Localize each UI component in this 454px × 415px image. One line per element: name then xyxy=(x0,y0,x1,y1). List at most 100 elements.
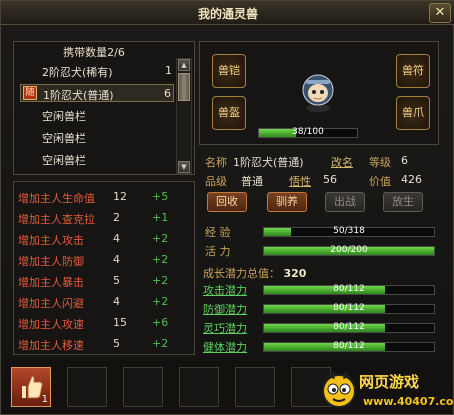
potential-agility-bar: 80/112 xyxy=(263,322,435,333)
potential-label-text[interactable]: 灵巧潜力 xyxy=(203,322,247,335)
recycle-button[interactable]: 回收 xyxy=(207,192,247,212)
window-title: 我的通灵兽 xyxy=(197,7,258,21)
bonus-name: 增加主人生命值 xyxy=(18,192,95,205)
slot-name: 空闲兽栏 xyxy=(42,110,86,123)
bonus-row: 增加主人暴击 5 +2 xyxy=(18,272,190,290)
bonus-value: 4 xyxy=(113,232,120,245)
release-button[interactable]: 放生 xyxy=(383,192,423,212)
potential-vigor-bar: 80/112 xyxy=(263,341,435,352)
carry-count-header: 携带数量2/6 xyxy=(63,46,125,59)
bonus-increment: +6 xyxy=(152,316,169,329)
bonus-name: 增加主人查克拉 xyxy=(18,213,95,226)
temper-value: 56 xyxy=(323,173,337,189)
potential-text: 80/112 xyxy=(333,341,365,351)
level-value: 6 xyxy=(401,154,408,170)
exp-label: 经 验 xyxy=(205,224,231,240)
bonus-name: 增加主人闪避 xyxy=(18,297,84,310)
level-label: 等级 xyxy=(369,154,391,170)
potential-label-text[interactable]: 攻击潜力 xyxy=(203,284,247,297)
potential-total-value: 320 xyxy=(283,267,307,280)
equip-slot-helmet[interactable]: 兽盔 xyxy=(212,96,246,130)
pet-list-item[interactable]: 2阶忍犬(稀有) 1 xyxy=(20,62,174,80)
empty-slot-item[interactable]: 空闲兽栏 xyxy=(20,106,174,124)
pet-name: 2阶忍犬(稀有) xyxy=(42,66,113,79)
bonus-name: 增加主人暴击 xyxy=(18,276,84,289)
name-value: 1阶忍犬(普通) xyxy=(233,154,304,170)
bonus-value: 15 xyxy=(113,316,127,329)
mascot-logo-icon xyxy=(322,371,356,408)
close-icon[interactable]: ✕ xyxy=(429,3,451,23)
vitality-bar: 200/200 xyxy=(263,245,435,256)
level-value-text: 6 xyxy=(401,154,408,167)
temper-label[interactable]: 悟性 xyxy=(289,173,311,189)
bonus-increment: +2 xyxy=(152,337,169,350)
bonus-value: 2 xyxy=(113,211,120,224)
equip-slot-claw[interactable]: 兽爪 xyxy=(396,96,430,130)
bonus-increment: +2 xyxy=(152,274,169,287)
bonus-row: 增加主人查克拉 2 +1 xyxy=(18,209,190,227)
list-scrollbar[interactable]: ▲ ▼ xyxy=(176,58,192,174)
bonus-increment: +1 xyxy=(152,211,169,224)
item-slot[interactable] xyxy=(235,367,275,407)
bonus-value: 4 xyxy=(113,295,120,308)
bonus-increment: +2 xyxy=(152,295,169,308)
pet-portrait-icon xyxy=(302,74,334,112)
item-slot[interactable] xyxy=(123,367,163,407)
potential-label-text[interactable]: 健体潜力 xyxy=(203,341,247,354)
bonus-increment: +5 xyxy=(152,190,169,203)
scroll-up-icon[interactable]: ▲ xyxy=(178,59,190,71)
tame-button[interactable]: 驯养 xyxy=(267,192,307,212)
temper-value-text: 56 xyxy=(323,173,337,186)
item-slot[interactable] xyxy=(179,367,219,407)
vitality-text: 200/200 xyxy=(330,245,368,255)
bonus-value: 5 xyxy=(113,337,120,350)
pet-list-item-selected[interactable]: 随 1阶忍犬(普通) 6 xyxy=(20,84,174,102)
vitality-label: 活 力 xyxy=(205,243,231,259)
slot-name: 空闲兽栏 xyxy=(42,154,86,167)
pet-name: 1阶忍犬(普通) xyxy=(43,89,114,102)
slot-name: 空闲兽栏 xyxy=(42,132,86,145)
watermark-url: www.40407.com xyxy=(363,395,454,408)
scroll-thumb[interactable] xyxy=(178,73,190,101)
scroll-down-icon[interactable]: ▼ xyxy=(178,161,190,173)
exp-label-text: 经 验 xyxy=(205,226,231,239)
title-bar[interactable]: 我的通灵兽 ✕ xyxy=(1,1,454,25)
potential-attack-label[interactable]: 攻击潜力 xyxy=(203,282,247,298)
bonus-value: 12 xyxy=(113,190,127,203)
name-label: 名称 xyxy=(205,156,227,169)
potential-text: 80/112 xyxy=(333,322,365,332)
bonus-row: 增加主人防御 4 +2 xyxy=(18,251,190,269)
potential-total-label: 成长潜力总值： xyxy=(203,267,280,280)
bonus-row: 增加主人移速 5 +2 xyxy=(18,335,190,353)
equip-slot-armor[interactable]: 兽铠 xyxy=(212,54,246,88)
bonus-increment: +2 xyxy=(152,232,169,245)
bonus-value: 4 xyxy=(113,253,120,266)
quality-value: 普通 xyxy=(241,173,263,189)
temper-label-text[interactable]: 悟性 xyxy=(289,175,311,188)
item-slot[interactable] xyxy=(67,367,107,407)
potential-total: 成长潜力总值： 320 xyxy=(203,265,306,281)
rename-button[interactable]: 改名 xyxy=(331,156,353,169)
equip-slot-charm[interactable]: 兽符 xyxy=(396,54,430,88)
bonus-row: 增加主人生命值 12 +5 xyxy=(18,188,190,206)
potential-vigor-label[interactable]: 健体潜力 xyxy=(203,339,247,355)
empty-slot-item[interactable]: 空闲兽栏 xyxy=(20,128,174,146)
potential-text: 80/112 xyxy=(333,303,365,313)
potential-label-text[interactable]: 防御潜力 xyxy=(203,303,247,316)
empty-slot-item[interactable]: 空闲兽栏 xyxy=(20,150,174,168)
bonus-name: 增加主人移速 xyxy=(18,339,84,352)
potential-text: 80/112 xyxy=(333,284,365,294)
potential-defense-label[interactable]: 防御潜力 xyxy=(203,301,247,317)
price-value: 426 xyxy=(401,173,422,189)
rename-link[interactable]: 改名 xyxy=(331,154,353,170)
exp-bar: 50/318 xyxy=(263,226,435,237)
bonus-row: 增加主人闪避 4 +2 xyxy=(18,293,190,311)
pet-count: 6 xyxy=(164,87,171,100)
potential-agility-label[interactable]: 灵巧潜力 xyxy=(203,320,247,336)
item-slot-food[interactable]: 1 xyxy=(11,367,51,407)
pet-health-text: 38/100 xyxy=(292,127,324,137)
exp-text: 50/318 xyxy=(333,226,365,236)
bonus-value: 5 xyxy=(113,274,120,287)
battle-button[interactable]: 出战 xyxy=(325,192,365,212)
price-label-text: 价值 xyxy=(369,175,391,188)
